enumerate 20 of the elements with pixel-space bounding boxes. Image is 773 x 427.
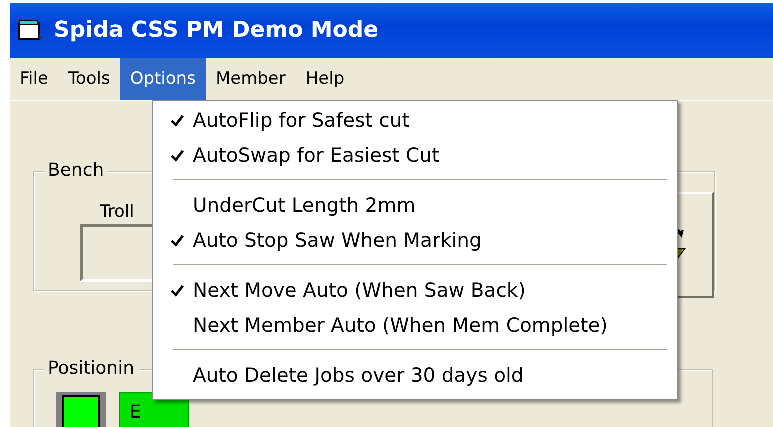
status-indicator [56, 392, 106, 427]
app-icon [18, 20, 44, 42]
menu-item[interactable]: Help [296, 58, 355, 100]
menu-item[interactable]: File [10, 58, 58, 100]
menu-item[interactable]: Member [206, 58, 296, 100]
menu-item[interactable]: Next Move Auto (When Saw Back) [153, 273, 677, 308]
check-icon [171, 284, 184, 296]
menu-item[interactable]: AutoSwap for Easiest Cut [153, 138, 677, 173]
menu-item[interactable]: Auto Stop Saw When Marking [153, 223, 677, 258]
menu-item[interactable]: Auto Delete Jobs over 30 days old [153, 358, 677, 393]
check-icon [171, 150, 184, 162]
menu-item[interactable]: UnderCut Length 2mm [153, 188, 677, 223]
menu-item[interactable]: Options [120, 58, 206, 100]
field-label: Troll [100, 202, 134, 222]
window-title: Spida CSS PM Demo Mode [54, 18, 379, 43]
check-icon [171, 234, 184, 246]
menu-item[interactable]: AutoFlip for Safest cut [153, 103, 677, 138]
check-icon [171, 114, 184, 126]
menu-item[interactable]: Next Member Auto (When Mem Complete) [153, 308, 677, 343]
menu-item[interactable]: Tools [58, 58, 120, 100]
